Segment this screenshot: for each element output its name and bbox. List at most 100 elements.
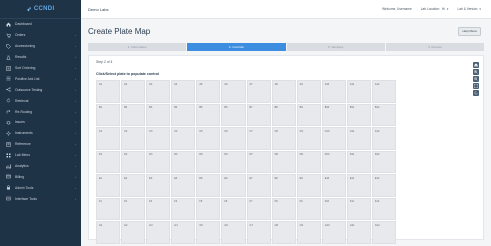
plate-well[interactable]: G5 [196, 221, 221, 244]
plate-well[interactable]: F3 [146, 197, 171, 220]
plate-well[interactable]: G9 [296, 221, 321, 244]
app-logo[interactable]: ➶ CCNDI [0, 0, 81, 19]
sidebar-item-reference[interactable]: Reference › [0, 139, 81, 150]
plate-well[interactable]: F7 [246, 197, 271, 220]
user-version-selector[interactable]: Lab & Version ▾ [458, 7, 481, 11]
sidebar-item-orders[interactable]: Orders › [0, 30, 81, 41]
plate-well[interactable]: B10 [321, 103, 346, 126]
plate-well[interactable]: C4 [171, 127, 196, 150]
plate-well[interactable]: B6 [221, 103, 246, 126]
zoom-out-icon[interactable] [473, 76, 479, 82]
plate-well[interactable]: E7 [246, 174, 271, 197]
sidebar-item-admin-tools[interactable]: Admin Tools › [0, 182, 81, 193]
sidebar-item-retrieval[interactable]: Retrieval › [0, 95, 81, 106]
plate-well[interactable]: C5 [196, 127, 221, 150]
plate-well[interactable]: A7 [246, 80, 271, 103]
plate-well[interactable]: G6 [221, 221, 246, 244]
plate-well[interactable]: C11 [346, 127, 371, 150]
fullscreen-icon[interactable] [473, 83, 479, 89]
plate-well[interactable]: D1 [96, 150, 121, 173]
plate-well[interactable]: G7 [246, 221, 271, 244]
plate-well[interactable]: E4 [171, 174, 196, 197]
plate-well[interactable]: G2 [121, 221, 146, 244]
plate-well[interactable]: C7 [246, 127, 271, 150]
plate-well[interactable]: A5 [196, 80, 221, 103]
wizard-step-4[interactable]: 4. Review [385, 43, 484, 51]
plate-well[interactable]: E6 [221, 174, 246, 197]
plate-well[interactable]: D7 [246, 150, 271, 173]
plate-well[interactable]: A12 [371, 80, 396, 103]
wizard-step-1[interactable]: 1. Information [88, 43, 187, 51]
plate-well[interactable]: D12 [371, 150, 396, 173]
plate-well[interactable]: E2 [121, 174, 146, 197]
plate-well[interactable]: G12 [371, 221, 396, 244]
sidebar-item-lab-menu[interactable]: Lab Menu › [0, 150, 81, 161]
plate-well[interactable]: F8 [271, 197, 296, 220]
plate-well[interactable]: C2 [121, 127, 146, 150]
sidebar-item-results[interactable]: Results › [0, 52, 81, 63]
sidebar-item-interface-tools[interactable]: Interface Tools › [0, 193, 81, 204]
plate-well[interactable]: B11 [346, 103, 371, 126]
plate-well[interactable]: C9 [296, 127, 321, 150]
wizard-step-2[interactable]: 2. Controls [187, 43, 286, 51]
home-icon[interactable] [473, 62, 479, 68]
plate-well[interactable]: G8 [271, 221, 296, 244]
plate-well[interactable]: G1 [96, 221, 121, 244]
plate-well[interactable]: F4 [171, 197, 196, 220]
plate-well[interactable]: A9 [296, 80, 321, 103]
sidebar-item-accessioning[interactable]: Accessioning › [0, 41, 81, 52]
plate-well[interactable]: D9 [296, 150, 321, 173]
plate-well[interactable]: B12 [371, 103, 396, 126]
plate-well[interactable]: F2 [121, 197, 146, 220]
sidebar-item-billing[interactable]: Billing › [0, 171, 81, 182]
plate-well[interactable]: C3 [146, 127, 171, 150]
wizard-step-3[interactable]: 3. Samples [286, 43, 385, 51]
plate-well[interactable]: E8 [271, 174, 296, 197]
plate-well[interactable]: F12 [371, 197, 396, 220]
help-menu-button[interactable]: Help Menu [458, 26, 481, 36]
plate-well[interactable]: B5 [196, 103, 221, 126]
welcome-text[interactable]: Welcome, Username [382, 7, 412, 11]
plate-well[interactable]: B8 [271, 103, 296, 126]
plate-well[interactable]: C10 [321, 127, 346, 150]
plate-well[interactable]: F6 [221, 197, 246, 220]
sidebar-item-outsource-testing[interactable]: Outsource Testing › [0, 84, 81, 95]
plate-well[interactable]: B2 [121, 103, 146, 126]
plate-well[interactable]: G4 [171, 221, 196, 244]
plate-well[interactable]: B3 [146, 103, 171, 126]
plate-well[interactable]: D6 [221, 150, 246, 173]
plate-well[interactable]: F1 [96, 197, 121, 220]
plate-well[interactable]: D5 [196, 150, 221, 173]
plate-well[interactable]: E1 [96, 174, 121, 197]
plate-well[interactable]: F11 [346, 197, 371, 220]
sidebar-item-positive-ack-list[interactable]: Positive Ack List › [0, 73, 81, 84]
plate-well[interactable]: A8 [271, 80, 296, 103]
plate-well[interactable]: E5 [196, 174, 221, 197]
plate-well[interactable]: G3 [146, 221, 171, 244]
lab-location-selector[interactable]: Lab Location: Hi ▾ [421, 7, 449, 11]
plate-well[interactable]: C6 [221, 127, 246, 150]
plate-well[interactable]: D10 [321, 150, 346, 173]
plate-well[interactable]: E10 [321, 174, 346, 197]
sidebar-item-issues[interactable]: Issues › [0, 117, 81, 128]
zoom-in-icon[interactable] [473, 69, 479, 75]
reset-icon[interactable] [473, 90, 479, 96]
plate-well[interactable]: C12 [371, 127, 396, 150]
plate-well[interactable]: G11 [346, 221, 371, 244]
plate-well[interactable]: E11 [346, 174, 371, 197]
plate-well[interactable]: A10 [321, 80, 346, 103]
plate-well[interactable]: E3 [146, 174, 171, 197]
plate-well[interactable]: A11 [346, 80, 371, 103]
sidebar-item-analytics[interactable]: Analytics › [0, 161, 81, 172]
plate-well[interactable]: E9 [296, 174, 321, 197]
plate-well[interactable]: F10 [321, 197, 346, 220]
plate-well[interactable]: A1 [96, 80, 121, 103]
plate-well[interactable]: C8 [271, 127, 296, 150]
plate-well[interactable]: G10 [321, 221, 346, 244]
sidebar-item-dashboard[interactable]: Dashboard [0, 19, 81, 30]
plate-well[interactable]: C1 [96, 127, 121, 150]
plate-well[interactable]: A6 [221, 80, 246, 103]
plate-well[interactable]: D11 [346, 150, 371, 173]
plate-well[interactable]: A4 [171, 80, 196, 103]
plate-well[interactable]: F9 [296, 197, 321, 220]
